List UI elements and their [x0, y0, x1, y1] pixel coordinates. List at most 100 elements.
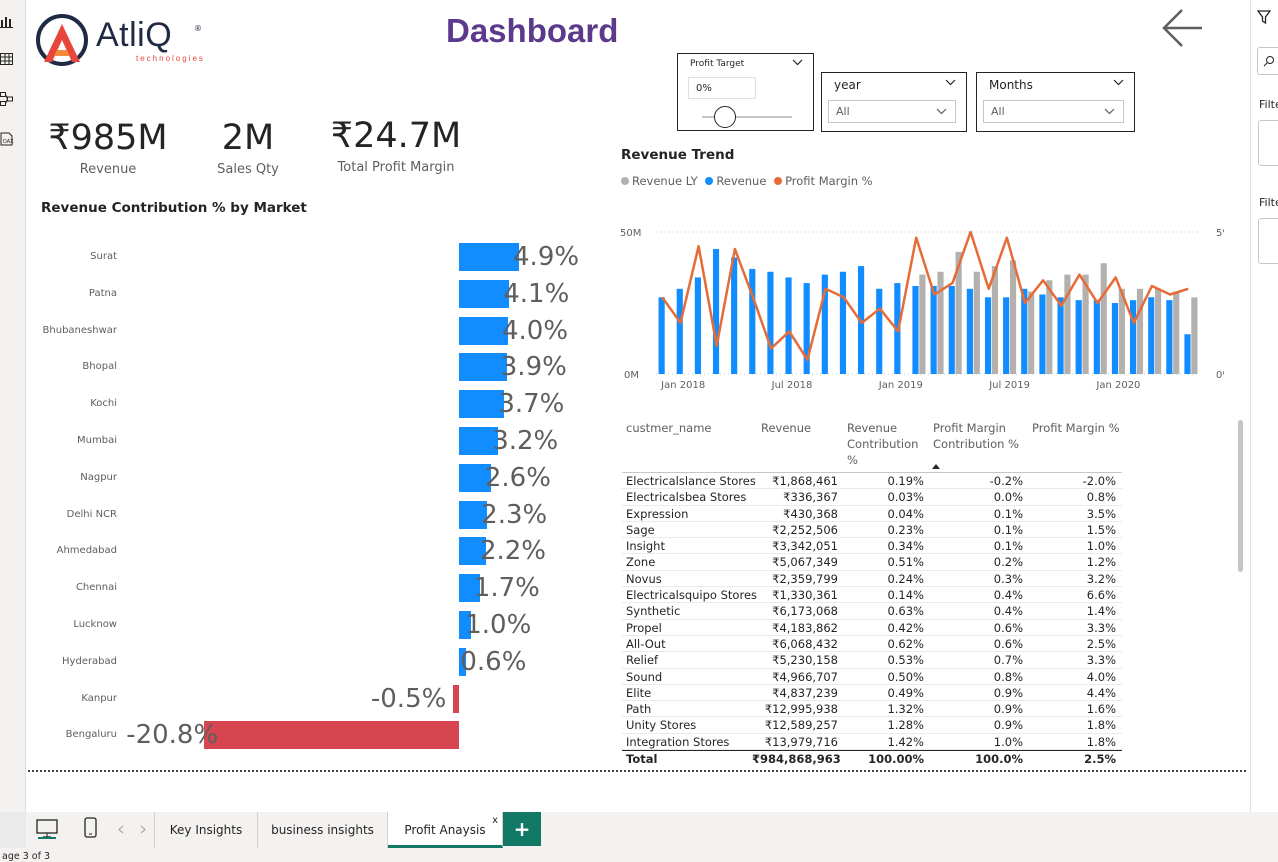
- revenue-bar[interactable]: [1111, 303, 1119, 374]
- column-header-customer[interactable]: custmer_name: [626, 420, 746, 436]
- revenue-bar[interactable]: [984, 297, 992, 374]
- table-row[interactable]: Expression ₹430,368 0.04% 0.1% 3.5%: [622, 506, 1122, 522]
- revenue-ly-bar[interactable]: [1191, 297, 1198, 374]
- revenue-bar[interactable]: [712, 249, 720, 374]
- table-row[interactable]: All-Out ₹6,068,432 0.62% 0.6% 2.5%: [622, 636, 1122, 653]
- table-row[interactable]: Sound ₹4,966,707 0.50% 0.8% 4.0%: [622, 669, 1122, 685]
- table-row[interactable]: Unity Stores ₹12,589,257 1.28% 0.9% 1.8%: [622, 717, 1122, 734]
- add-page-button[interactable]: +: [503, 812, 541, 846]
- revenue-bar[interactable]: [1039, 294, 1046, 374]
- filter-card[interactable]: [1258, 120, 1278, 166]
- table-row[interactable]: Elite ₹4,837,239 0.49% 0.9% 4.4%: [622, 685, 1122, 702]
- revenue-ly-bar[interactable]: [1100, 263, 1107, 374]
- table-row[interactable]: Sage ₹2,252,506 0.23% 0.1% 1.5%: [622, 522, 1122, 539]
- revenue-bar[interactable]: [767, 271, 774, 374]
- table-row[interactable]: Integration Stores ₹13,979,716 1.42% 1.0% 1.…: [622, 734, 1122, 751]
- chevron-down-icon[interactable]: [945, 79, 956, 86]
- revenue-bar[interactable]: [1184, 334, 1191, 374]
- revenue-bar[interactable]: [731, 257, 738, 374]
- revenue-ly-bar[interactable]: [919, 274, 926, 374]
- revenue-bar[interactable]: [694, 277, 701, 374]
- table-view-icon[interactable]: [0, 52, 14, 66]
- revenue-ly-bar[interactable]: [991, 266, 998, 374]
- tab-business-insights[interactable]: business insights: [258, 812, 388, 848]
- tab-profit-analysis[interactable]: Profit Anaysis x: [388, 812, 503, 848]
- revenue-ly-bar[interactable]: [1136, 288, 1144, 374]
- filter-icon[interactable]: [1257, 10, 1271, 24]
- revenue-ly-bar[interactable]: [973, 271, 980, 374]
- revenue-bar[interactable]: [1148, 297, 1155, 374]
- profit-target-slider-thumb[interactable]: [714, 106, 736, 128]
- revenue-bar[interactable]: [676, 288, 683, 374]
- table-row[interactable]: Insight ₹3,342,051 0.34% 0.1% 1.0%: [622, 538, 1122, 555]
- revenue-bar[interactable]: [658, 297, 665, 374]
- revenue-ly-bar[interactable]: [1173, 291, 1180, 374]
- revenue-bar[interactable]: [749, 268, 756, 374]
- legend-item-profit-margin[interactable]: Profit Margin %: [774, 174, 873, 188]
- back-arrow-icon[interactable]: [1160, 6, 1204, 50]
- profit-target-slicer[interactable]: Profit Target 0%: [677, 53, 814, 131]
- legend-item-revenue-ly[interactable]: Revenue LY: [621, 174, 698, 188]
- mobile-layout-icon[interactable]: [84, 817, 98, 839]
- table-cell: ₹12,995,938: [764, 702, 838, 717]
- model-view-icon[interactable]: [0, 92, 14, 106]
- chevron-right-icon[interactable]: [140, 825, 146, 834]
- table-row[interactable]: Zone ₹5,067,349 0.51% 0.2% 1.2%: [622, 554, 1122, 571]
- revenue-ly-bar[interactable]: [1028, 291, 1035, 374]
- table-row[interactable]: Electricalslance Stores ₹1,868,461 0.19% -0…: [622, 473, 1122, 490]
- revenue-bar[interactable]: [1093, 300, 1100, 374]
- year-slicer[interactable]: year All: [821, 72, 967, 132]
- revenue-bar[interactable]: [785, 277, 792, 374]
- revenue-ly-bar[interactable]: [1009, 260, 1017, 374]
- column-header-revenue-contribution[interactable]: Revenue Contribution %: [847, 420, 927, 468]
- tab-key-insights[interactable]: Key Insights: [154, 812, 258, 848]
- revenue-bar[interactable]: [912, 285, 919, 374]
- profit-target-input[interactable]: 0%: [688, 77, 756, 99]
- revenue-ly-bar[interactable]: [1155, 288, 1162, 374]
- column-header-revenue[interactable]: Revenue: [761, 420, 841, 436]
- revenue-bar[interactable]: [1003, 297, 1010, 374]
- revenue-bar[interactable]: [1130, 300, 1137, 374]
- market-bar[interactable]: [459, 279, 510, 308]
- year-dropdown[interactable]: All: [828, 100, 956, 123]
- revenue-bar[interactable]: [1057, 297, 1064, 374]
- revenue-bar[interactable]: [876, 288, 883, 374]
- market-bar[interactable]: [459, 316, 508, 345]
- chevron-down-icon[interactable]: [792, 59, 803, 66]
- market-bar[interactable]: [459, 243, 520, 271]
- legend-item-revenue[interactable]: Revenue: [705, 174, 766, 188]
- revenue-ly-bar[interactable]: [1046, 280, 1053, 374]
- market-bar[interactable]: [452, 684, 459, 713]
- column-header-profit-margin-contribution[interactable]: Profit Margin Contribution %: [933, 420, 1025, 452]
- revenue-bar[interactable]: [1075, 300, 1082, 374]
- close-icon[interactable]: x: [492, 815, 498, 826]
- chevron-left-icon[interactable]: [118, 825, 124, 834]
- revenue-bar[interactable]: [966, 288, 973, 374]
- table-row[interactable]: Relief ₹5,230,158 0.53% 0.7% 3.3%: [622, 652, 1122, 669]
- column-header-profit-margin[interactable]: Profit Margin %: [1032, 420, 1122, 436]
- table-row[interactable]: Propel ₹4,183,862 0.42% 0.6% 3.3%: [622, 620, 1122, 636]
- table-scrollbar[interactable]: [1238, 420, 1243, 572]
- filter-search-box[interactable]: [1257, 47, 1278, 75]
- x-axis-tick: Jan 2020: [1095, 380, 1140, 390]
- table-row[interactable]: Electricalsquipo Stores ₹1,330,361 0.14% 0.…: [622, 587, 1122, 604]
- revenue-ly-bar[interactable]: [937, 271, 944, 374]
- market-bar[interactable]: [459, 353, 507, 382]
- report-view-icon[interactable]: [0, 14, 14, 28]
- revenue-bar[interactable]: [1166, 300, 1173, 374]
- table-row[interactable]: Synthetic ₹6,173,068 0.63% 0.4% 1.4%: [622, 603, 1122, 620]
- dax-query-icon[interactable]: DAX: [0, 132, 14, 146]
- months-slicer[interactable]: Months All: [976, 72, 1135, 132]
- table-row[interactable]: Novus ₹2,359,799 0.24% 0.3% 3.2%: [622, 571, 1122, 588]
- chevron-down-icon[interactable]: [1113, 79, 1124, 86]
- revenue-bar[interactable]: [839, 271, 847, 374]
- desktop-layout-icon[interactable]: [36, 819, 58, 839]
- table-row[interactable]: Electricalsbea Stores ₹336,367 0.03% 0.0% 0.…: [622, 489, 1122, 506]
- revenue-bar[interactable]: [948, 285, 955, 374]
- table-row[interactable]: Path ₹12,995,938 1.32% 0.9% 1.6%: [622, 701, 1122, 718]
- market-value-label: 1.7%: [473, 573, 540, 604]
- filter-card[interactable]: [1258, 218, 1278, 264]
- months-dropdown[interactable]: All: [983, 100, 1124, 123]
- market-bar[interactable]: [204, 721, 459, 750]
- revenue-bar[interactable]: [930, 285, 937, 374]
